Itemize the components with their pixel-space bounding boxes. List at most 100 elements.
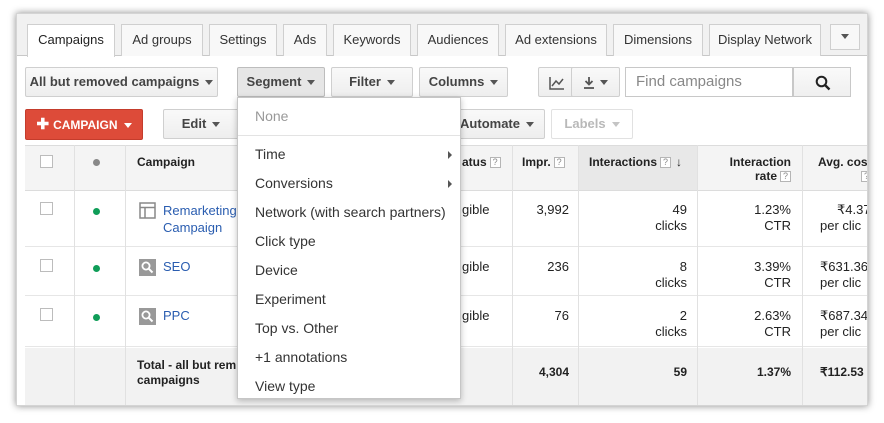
chevron-down-icon: [307, 80, 316, 86]
row-checkbox[interactable]: [40, 259, 53, 272]
header-campaign[interactable]: Campaign: [137, 155, 195, 169]
total-label-line1: Total - all but rem: [137, 358, 237, 372]
help-icon[interactable]: ?: [553, 157, 565, 169]
avg-cost-unit: per clic: [820, 275, 862, 290]
interactions-value: 2: [679, 308, 687, 323]
header-interaction-rate-line2: rate: [754, 169, 777, 183]
avg-cost-unit: per clic: [820, 218, 862, 233]
segment-dropdown-menu: None Time Conversions Network (with sear…: [237, 97, 461, 399]
rate-unit: CTR: [764, 324, 791, 339]
display-campaign-icon: [139, 202, 156, 219]
segment-button[interactable]: Segment: [237, 67, 325, 97]
columns-button[interactable]: Columns: [419, 67, 508, 97]
chevron-down-icon: [611, 122, 620, 128]
campaign-name-line1: Remarketing: [163, 203, 237, 218]
header-impr[interactable]: Impr.?: [522, 155, 565, 169]
rate-unit: CTR: [764, 275, 791, 290]
chevron-down-icon: [490, 80, 499, 86]
header-status[interactable]: atus?: [462, 155, 501, 169]
status-enabled-dot-icon: [93, 265, 100, 272]
tab-keywords[interactable]: Keywords: [333, 24, 411, 56]
header-status-label: atus: [462, 155, 487, 169]
tab-audiences[interactable]: Audiences: [417, 24, 499, 56]
rate-unit: CTR: [764, 218, 791, 233]
help-icon[interactable]: ?: [780, 171, 791, 183]
interactions-unit: clicks: [655, 218, 687, 233]
help-icon[interactable]: ?: [861, 171, 867, 183]
plus-icon: ✚: [36, 116, 50, 133]
tab-settings[interactable]: Settings: [209, 24, 277, 56]
edit-button[interactable]: Edit: [163, 109, 239, 139]
tab-dimensions[interactable]: Dimensions: [613, 24, 703, 56]
filter-button[interactable]: Filter: [331, 67, 413, 97]
total-label: Total - all but rem campaigns: [137, 358, 236, 388]
segment-option-network[interactable]: Network (with search partners): [238, 198, 460, 227]
header-avg-cost[interactable]: Avg. cos ?: [818, 155, 868, 183]
more-tabs-button[interactable]: [830, 24, 860, 50]
chevron-down-icon: [205, 80, 214, 86]
rate-cell: 3.39% CTR: [725, 259, 791, 291]
column-divider: [697, 145, 698, 405]
interactions-unit: clicks: [655, 275, 687, 290]
adwords-campaigns-panel: Campaigns Ad groups Settings Ads Keyword…: [16, 13, 868, 406]
help-icon[interactable]: ?: [660, 157, 672, 169]
chevron-right-icon: [448, 151, 452, 159]
tab-campaigns[interactable]: Campaigns: [27, 24, 115, 57]
segment-option-none[interactable]: None: [238, 102, 460, 131]
header-interaction-rate[interactable]: Interaction rate?: [715, 155, 791, 183]
edit-label: Edit: [181, 116, 207, 131]
automate-button[interactable]: Automate: [451, 109, 545, 139]
campaign-link[interactable]: PPC: [163, 308, 190, 323]
column-divider: [74, 145, 75, 405]
segment-option-conversions-label: Conversions: [255, 175, 333, 191]
search-button[interactable]: [793, 67, 851, 97]
segment-option-click-type[interactable]: Click type: [238, 227, 460, 256]
download-button[interactable]: [571, 67, 620, 97]
interactions-cell: 8 clicks: [625, 259, 687, 291]
select-all-checkbox[interactable]: [40, 155, 53, 168]
tab-ad-groups[interactable]: Ad groups: [121, 24, 203, 56]
interactions-value: 8: [679, 259, 687, 274]
header-interactions[interactable]: Interactions? ↓: [589, 155, 682, 169]
segment-label: Segment: [246, 74, 302, 89]
avg-cost-value: ₹687.34: [820, 308, 868, 323]
segment-option-plus1-annotations[interactable]: +1 annotations: [238, 343, 460, 372]
tab-display-network[interactable]: Display Network: [709, 24, 821, 56]
help-icon[interactable]: ?: [489, 157, 501, 169]
campaign-filter-dropdown[interactable]: All but removed campaigns: [25, 67, 218, 97]
segment-option-time[interactable]: Time: [238, 140, 460, 169]
impr-cell: 236: [547, 259, 569, 274]
campaign-link[interactable]: Remarketing Campaign: [163, 202, 237, 236]
header-avg-cost-label: Avg. cos: [818, 155, 868, 169]
segment-option-top-vs-other[interactable]: Top vs. Other: [238, 314, 460, 343]
tab-ad-extensions[interactable]: Ad extensions: [505, 24, 607, 56]
tab-ads[interactable]: Ads: [283, 24, 327, 56]
row-checkbox[interactable]: [40, 202, 53, 215]
avg-cost-cell: ₹4.37 per clic: [820, 202, 867, 234]
add-campaign-button[interactable]: ✚ CAMPAIGN: [25, 109, 143, 140]
chevron-down-icon: [841, 33, 849, 39]
total-label-line2: campaigns: [137, 373, 200, 387]
segment-option-view-type[interactable]: View type: [238, 372, 460, 401]
interactions-value: 49: [672, 202, 687, 217]
chevron-down-icon: [600, 80, 608, 86]
chevron-down-icon: [212, 122, 221, 128]
header-interaction-rate-line1: Interaction: [729, 155, 791, 169]
filter-label: Filter: [349, 74, 381, 89]
line-chart-icon: [549, 76, 564, 90]
rate-value: 3.39%: [754, 259, 791, 274]
automate-label: Automate: [460, 116, 520, 131]
row-checkbox[interactable]: [40, 308, 53, 321]
campaign-link[interactable]: SEO: [163, 259, 190, 274]
segment-option-device[interactable]: Device: [238, 256, 460, 285]
status-header-dot-icon: [93, 159, 100, 166]
column-divider: [125, 145, 126, 405]
avg-cost-cell: ₹687.34 per clic: [820, 308, 868, 340]
search-input[interactable]: Find campaigns: [625, 67, 793, 97]
chevron-down-icon: [386, 80, 395, 86]
segment-option-conversions[interactable]: Conversions: [238, 169, 460, 198]
menu-divider: [238, 135, 460, 136]
total-avg-cost: ₹112.53: [820, 365, 864, 379]
segment-option-experiment[interactable]: Experiment: [238, 285, 460, 314]
rate-value: 2.63%: [754, 308, 791, 323]
